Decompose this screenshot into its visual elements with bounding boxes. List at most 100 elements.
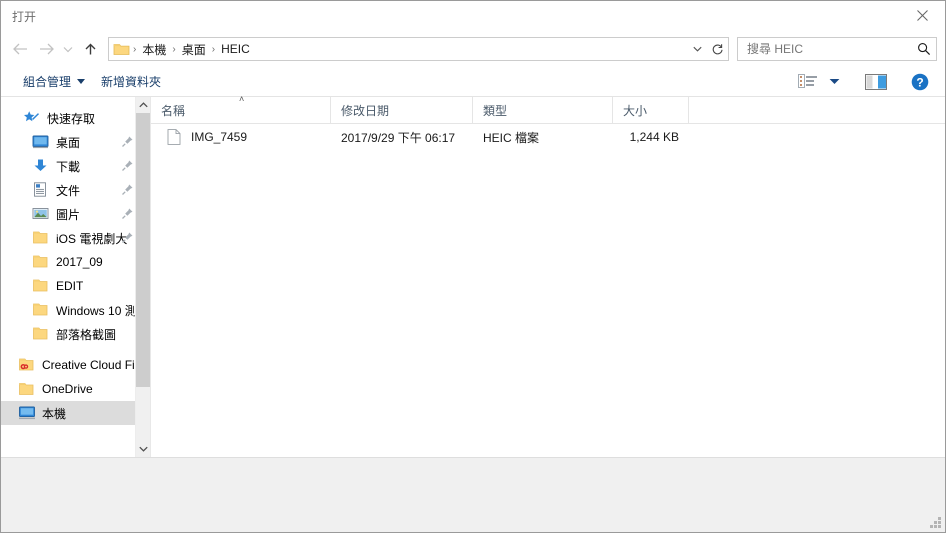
this-pc-icon bbox=[18, 405, 36, 421]
sidebar-item-ios-drama[interactable]: iOS 電視劇大 bbox=[1, 226, 138, 250]
column-header-label: 名稱 bbox=[161, 103, 186, 118]
navigation-bar: › 本機 › 桌面 › HEIC bbox=[1, 31, 945, 67]
column-header-label: 修改日期 bbox=[341, 103, 390, 118]
sidebar-item-documents[interactable]: 文件 bbox=[1, 178, 138, 202]
sidebar-scrollbar[interactable] bbox=[135, 97, 150, 457]
pin-icon[interactable] bbox=[121, 183, 134, 196]
breadcrumb-item-1[interactable]: 桌面 bbox=[177, 39, 211, 60]
scroll-down-button[interactable] bbox=[136, 441, 150, 457]
folder-icon bbox=[32, 302, 50, 318]
view-options-icon bbox=[798, 74, 817, 88]
sidebar-item-label: EDIT bbox=[56, 279, 84, 293]
organize-button[interactable]: 組合管理 bbox=[15, 70, 93, 93]
scrollbar-thumb[interactable] bbox=[136, 113, 150, 387]
column-header-name[interactable]: 名稱 ˄ bbox=[151, 95, 331, 123]
sidebar-item-downloads[interactable]: 下載 bbox=[1, 154, 138, 178]
help-button[interactable]: ? bbox=[905, 70, 935, 94]
sidebar-group-quick-access[interactable]: 快速存取 bbox=[1, 106, 138, 130]
file-name-cell: IMG_7459 bbox=[151, 129, 331, 145]
up-one-level-button[interactable] bbox=[77, 36, 103, 62]
file-date: 2017/9/29 下午 06:17 bbox=[341, 130, 456, 145]
back-button[interactable] bbox=[7, 36, 33, 62]
pin-icon[interactable] bbox=[121, 135, 134, 148]
file-rows: IMG_7459 2017/9/29 下午 06:17 HEIC 檔案 1,24… bbox=[151, 124, 945, 457]
new-folder-button[interactable]: 新增資料夾 bbox=[93, 70, 169, 93]
close-icon bbox=[916, 10, 928, 21]
generic-file-icon bbox=[167, 129, 183, 145]
view-options-button[interactable] bbox=[793, 70, 823, 94]
file-type: HEIC 檔案 bbox=[483, 130, 540, 145]
pin-icon[interactable] bbox=[121, 159, 134, 172]
column-header-row: 名稱 ˄ 修改日期 類型 大小 bbox=[151, 95, 945, 124]
folder-icon bbox=[32, 230, 50, 246]
documents-icon bbox=[32, 182, 50, 198]
preview-pane-button[interactable] bbox=[861, 70, 891, 94]
sidebar-item-label: 部落格截圖 bbox=[56, 327, 117, 342]
title-bar: 打开 bbox=[1, 1, 945, 31]
view-options-dropdown[interactable] bbox=[823, 70, 845, 94]
navigation-sidebar: 快速存取 桌面 下載 文件 圖片 iOS 電視劇大 2017_09 EDIT W… bbox=[1, 97, 151, 457]
chevron-down-icon bbox=[138, 446, 148, 452]
dialog-footer: 檔案名稱(N): HEIF(.heic) 開啟(O) 取消 bbox=[1, 458, 945, 532]
sidebar-item-edit[interactable]: EDIT bbox=[1, 274, 138, 298]
pictures-icon bbox=[32, 206, 50, 222]
refresh-icon bbox=[712, 43, 723, 54]
sidebar-item-label: 圖片 bbox=[56, 207, 81, 222]
breadcrumb-dropdown-button[interactable] bbox=[689, 46, 705, 52]
search-input[interactable] bbox=[745, 41, 916, 57]
sidebar-item-desktop[interactable]: 桌面 bbox=[1, 130, 138, 154]
sidebar-item-2017-09[interactable]: 2017_09 bbox=[1, 250, 138, 274]
sidebar-item-this-pc[interactable]: 本機 bbox=[1, 401, 150, 425]
sidebar-item-label: Windows 10 測 bbox=[56, 303, 137, 318]
folder-icon bbox=[32, 278, 50, 294]
column-header-label: 大小 bbox=[623, 103, 648, 118]
column-header-size[interactable]: 大小 bbox=[613, 97, 689, 123]
column-header-type[interactable]: 類型 bbox=[473, 97, 613, 123]
folder-icon bbox=[113, 42, 130, 56]
sidebar-item-blog-screenshots[interactable]: 部落格截圖 bbox=[1, 322, 138, 346]
table-row[interactable]: IMG_7459 2017/9/29 下午 06:17 HEIC 檔案 1,24… bbox=[151, 124, 945, 150]
sidebar-item-label: 桌面 bbox=[56, 135, 81, 150]
arrow-right-icon bbox=[39, 43, 54, 55]
pin-icon[interactable] bbox=[121, 231, 134, 244]
recent-locations-button[interactable] bbox=[59, 36, 77, 62]
arrow-up-icon bbox=[85, 43, 95, 54]
sidebar-item-pictures[interactable]: 圖片 bbox=[1, 202, 138, 226]
file-size: 1,244 KB bbox=[629, 130, 679, 144]
sidebar-item-creative-cloud-files[interactable]: Creative Cloud Fi bbox=[1, 353, 138, 377]
folder-icon bbox=[18, 381, 36, 397]
scroll-up-button[interactable] bbox=[136, 97, 150, 113]
sidebar-item-label: 2017_09 bbox=[56, 255, 103, 269]
sidebar-item-windows10[interactable]: Windows 10 測 bbox=[1, 298, 138, 322]
breadcrumb-item-0[interactable]: 本機 bbox=[137, 39, 171, 60]
chevron-down-icon bbox=[692, 46, 702, 52]
pin-icon[interactable] bbox=[121, 207, 134, 220]
search-icon[interactable] bbox=[916, 41, 932, 57]
breadcrumb-bar[interactable]: › 本機 › 桌面 › HEIC bbox=[108, 37, 708, 61]
column-header-date[interactable]: 修改日期 bbox=[331, 97, 473, 123]
breadcrumb-item-2[interactable]: HEIC bbox=[216, 40, 255, 58]
chevron-down-icon bbox=[829, 79, 839, 84]
file-name: IMG_7459 bbox=[191, 130, 248, 144]
desktop-icon bbox=[32, 134, 50, 150]
search-box[interactable] bbox=[737, 37, 937, 61]
sidebar-item-label: OneDrive bbox=[42, 382, 93, 396]
folder-icon bbox=[32, 254, 50, 270]
navigation-tree: 快速存取 桌面 下載 文件 圖片 iOS 電視劇大 2017_09 EDIT W… bbox=[1, 97, 150, 425]
folder-icon bbox=[32, 326, 50, 342]
svg-text:?: ? bbox=[916, 75, 923, 89]
command-bar: 組合管理 新增資料夾 ? bbox=[1, 67, 945, 97]
sidebar-item-label: 文件 bbox=[56, 183, 81, 198]
close-button[interactable] bbox=[899, 1, 945, 30]
preview-pane-icon bbox=[865, 73, 887, 90]
star-pin-icon bbox=[23, 110, 41, 126]
resize-grip-icon[interactable] bbox=[930, 517, 942, 529]
sidebar-item-label: 本機 bbox=[42, 406, 67, 421]
refresh-button[interactable] bbox=[707, 37, 729, 61]
arrow-left-icon bbox=[12, 43, 27, 55]
file-list-pane: 名稱 ˄ 修改日期 類型 大小 IMG_7459 2017/9/29 下午 06… bbox=[151, 95, 945, 457]
sidebar-item-label: iOS 電視劇大 bbox=[56, 231, 128, 246]
sidebar-item-onedrive[interactable]: OneDrive bbox=[1, 377, 138, 401]
sidebar-group-label: 快速存取 bbox=[47, 111, 96, 126]
forward-button[interactable] bbox=[33, 36, 59, 62]
